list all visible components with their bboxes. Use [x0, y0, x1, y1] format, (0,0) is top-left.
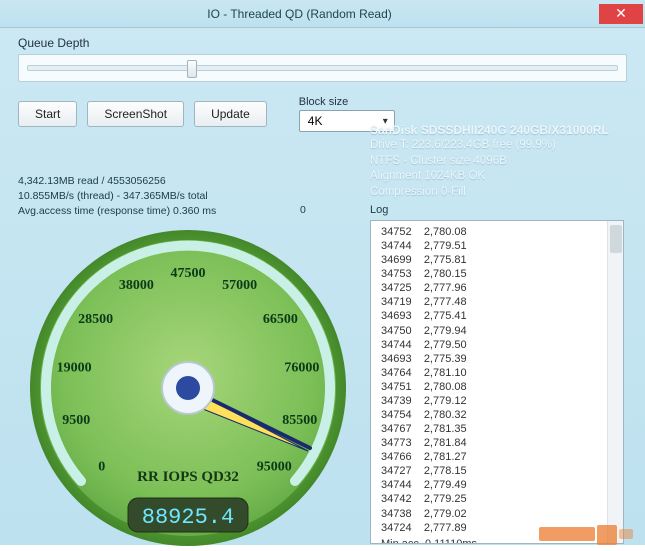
start-button[interactable]: Start	[18, 101, 77, 127]
gauge-tick: 66500	[263, 312, 298, 327]
log-row: 34744 2,779.50	[381, 338, 623, 352]
stat-line: 4,342.13MB read / 4553056256	[18, 174, 216, 189]
throughput-stats: 4,342.13MB read / 4553056256 10.855MB/s …	[18, 174, 216, 220]
drive-line: Compression 0-Fill	[370, 185, 609, 201]
window-title: IO - Threaded QD (Random Read)	[0, 7, 599, 21]
gauge-tick: 9500	[62, 413, 90, 428]
queue-depth-slider[interactable]	[18, 54, 627, 82]
gauge-tick: 28500	[78, 312, 113, 327]
stat-line: Avg.access time (response time) 0.360 ms	[18, 204, 216, 219]
log-row: 34744 2,779.51	[381, 239, 623, 253]
gauge-display: 88925.4	[142, 505, 234, 530]
close-icon: ✕	[615, 5, 627, 22]
gauge-tick: 57000	[222, 278, 257, 293]
log-row: 34719 2,777.48	[381, 295, 623, 309]
gauge-tick: 38000	[119, 278, 154, 293]
log-row: 34750 2,779.94	[381, 324, 623, 338]
log-row: 34753 2,780.15	[381, 267, 623, 281]
gauge-tick: 76000	[284, 360, 319, 375]
log-row: 34751 2,780.08	[381, 380, 623, 394]
log-row: 34727 2,778.15	[381, 464, 623, 478]
update-button[interactable]: Update	[194, 101, 267, 127]
log-box: 34752 2,780.0834744 2,779.5134699 2,775.…	[370, 220, 624, 544]
stat-count: 0	[300, 204, 306, 216]
close-button[interactable]: ✕	[599, 4, 643, 24]
gauge-tick: 0	[98, 460, 105, 475]
scrollbar[interactable]	[607, 221, 623, 543]
log-row: 34693 2,775.39	[381, 352, 623, 366]
gauge-tick: 47500	[171, 266, 206, 281]
log-row: 34764 2,781.10	[381, 366, 623, 380]
stat-line: 10.855MB/s (thread) - 347.365MB/s total	[18, 189, 216, 204]
queue-depth-label: Queue Depth	[18, 36, 627, 50]
drive-info: SanDisk SDSSDHII240G 240GB/X31000RL Driv…	[370, 122, 609, 200]
log-row: 34752 2,780.08	[381, 225, 623, 239]
log-label: Log	[370, 204, 388, 216]
drive-line: NTFS - Cluster size 4096B	[370, 154, 609, 170]
gauge-tick: 19000	[57, 360, 92, 375]
log-row: 34739 2,779.12	[381, 394, 623, 408]
log-row: 34725 2,777.96	[381, 281, 623, 295]
drive-line: Drive T: 223.6/223.4GB free (99.9%)	[370, 138, 609, 154]
drive-name: SanDisk SDSSDHII240G 240GB/X31000RL	[370, 122, 609, 138]
log-row: 34767 2,781.35	[381, 422, 623, 436]
block-size-label: Block size	[299, 96, 395, 108]
log-row: 34754 2,780.32	[381, 408, 623, 422]
log-row: 34699 2,775.81	[381, 253, 623, 267]
log-row: 34742 2,779.25	[381, 492, 623, 506]
gauge-label: RR IOPS QD32	[137, 469, 239, 485]
log-row: 34744 2,779.49	[381, 478, 623, 492]
content: Queue Depth Start ScreenShot Update Bloc…	[0, 28, 645, 545]
log-row: 34773 2,781.84	[381, 436, 623, 450]
screenshot-button[interactable]: ScreenShot	[87, 101, 184, 127]
slider-track	[27, 65, 618, 71]
slider-thumb[interactable]	[187, 60, 197, 78]
log-row: 34693 2,775.41	[381, 309, 623, 323]
scrollbar-thumb[interactable]	[610, 225, 622, 253]
drive-line: Alignment 1024KB OK	[370, 169, 609, 185]
iops-gauge: 0 9500 19000 28500 38000 47500 57000 66500 76000…	[18, 223, 358, 548]
gauge-tick: 85500	[282, 413, 317, 428]
block-size-value: 4K	[308, 114, 323, 128]
watermark-logo	[539, 515, 639, 545]
gauge-tick: 95000	[257, 460, 292, 475]
log-row: 34766 2,781.27	[381, 450, 623, 464]
titlebar: IO - Threaded QD (Random Read) ✕	[0, 0, 645, 28]
